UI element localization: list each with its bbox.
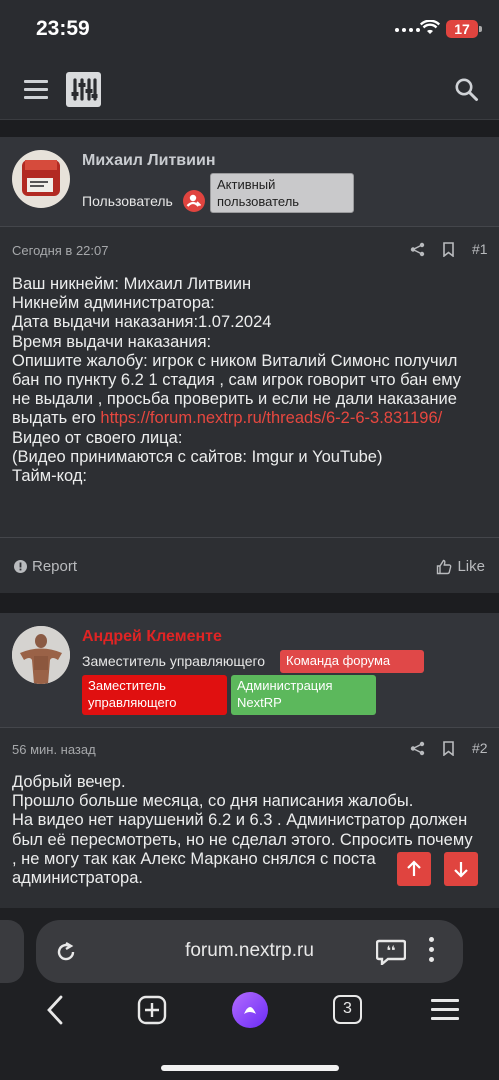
post-author-block: Андрей Клементе Заместитель управляющего… [0, 613, 499, 728]
browser-toolbar: forum.nextrp.ru ❛❛ 3 [0, 908, 499, 1080]
post-line: На видео нет нарушений 6.2 и 6.3 . Админ… [12, 811, 468, 830]
new-tab-icon[interactable] [137, 995, 167, 1025]
reader-mode-icon[interactable]: ❛❛ [376, 939, 406, 965]
share-icon[interactable] [410, 242, 425, 257]
post-line: (Видео принимаются с сайтов: Imgur и You… [12, 447, 383, 466]
post-username[interactable]: Михаил Литвиин [82, 152, 215, 170]
alert-icon [14, 560, 27, 573]
status-bar: 23:59 17 [0, 0, 499, 60]
post-line: не выдали , просьба проверить и если не … [12, 390, 457, 409]
home-indicator[interactable] [161, 1065, 339, 1071]
team-badge: Команда форума [280, 650, 424, 673]
post-line: бан по пункту 6.2 1 стадия , сам игрок г… [12, 371, 462, 390]
bookmark-icon[interactable] [442, 740, 455, 756]
previous-tab-preview[interactable] [0, 920, 24, 983]
bookmark-icon[interactable] [442, 241, 455, 257]
post-number[interactable]: #2 [472, 740, 488, 756]
post-line: Прошло больше месяца, со дня написания ж… [12, 792, 414, 811]
post-actions: #2 [410, 740, 488, 756]
user-badge: Активный пользователь [210, 173, 354, 213]
post-line: Опишите жалобу: игрок с ником Виталий Си… [12, 351, 458, 370]
user-role: Пользователь [82, 193, 173, 209]
post-body: Ваш никнейм: Михаил Литвиин Никнейм адми… [12, 275, 487, 486]
arrow-up-icon [407, 860, 421, 876]
user-role: Заместитель управляющего [82, 653, 266, 669]
tab-count: 3 [343, 1000, 352, 1017]
post-date[interactable]: 56 мин. назад [12, 742, 96, 757]
arrow-down-icon [454, 862, 468, 878]
thumbs-up-icon [437, 559, 452, 574]
avatar[interactable] [12, 150, 70, 208]
post-1: Михаил Литвиин Пользователь Активный пол… [0, 137, 499, 593]
scroll-down-button[interactable] [444, 852, 478, 886]
address-bar[interactable]: forum.nextrp.ru ❛❛ [36, 920, 463, 983]
svg-text:❛❛: ❛❛ [386, 944, 395, 959]
report-label: Report [32, 558, 78, 575]
cellular-signal-icon [395, 28, 420, 32]
post-actions: #1 [410, 241, 488, 257]
post-username[interactable]: Андрей Клементе [82, 628, 222, 646]
post-line: выдать его [12, 409, 101, 428]
more-options-icon[interactable] [429, 937, 434, 962]
scroll-up-button[interactable] [397, 852, 431, 886]
browser-bottom-nav: 3 [0, 991, 499, 1053]
sliders-icon[interactable] [66, 72, 101, 107]
thread-link[interactable]: https://forum.nextrp.ru/threads/6-2-6-3.… [100, 409, 442, 427]
post-author-block: Михаил Литвиин Пользователь Активный пол… [0, 137, 499, 227]
post-footer: Report Like [0, 537, 499, 595]
like-label: Like [457, 558, 485, 575]
alice-assistant-icon[interactable] [231, 991, 269, 1029]
browser-menu-icon[interactable] [431, 999, 459, 1020]
tabs-button[interactable]: 3 [333, 995, 362, 1024]
post-line: Тайм-код: [12, 467, 87, 486]
back-icon[interactable] [44, 995, 66, 1025]
report-button[interactable]: Report [14, 558, 77, 575]
deputy-badge: Заместитель управляющего [82, 675, 227, 715]
post-date[interactable]: Сегодня в 22:07 [12, 243, 108, 258]
post-line: Дата выдачи наказания:1.07.2024 [12, 313, 272, 332]
post-line: Добрый вечер. [12, 773, 126, 791]
post-line: был её пересмотреть, но не сделал этого.… [12, 830, 473, 849]
battery-icon: 17 [446, 20, 482, 38]
admin-badge: Администрация NextRP [231, 675, 376, 715]
forum-navbar [0, 60, 499, 120]
avatar[interactable] [12, 626, 70, 684]
wifi-icon [420, 20, 440, 34]
like-button[interactable]: Like [436, 558, 485, 575]
status-time: 23:59 [36, 17, 90, 40]
post-line-with-link: выдать его https://forum.nextrp.ru/threa… [12, 409, 487, 428]
post-line: Время выдачи наказания: [12, 332, 212, 351]
user-status-icon [183, 190, 205, 212]
post-line: Никнейм администратора: [12, 294, 215, 313]
hamburger-icon[interactable] [24, 80, 48, 99]
post-line: Видео от своего лица: [12, 428, 183, 447]
post-number[interactable]: #1 [472, 241, 488, 257]
share-icon[interactable] [410, 741, 425, 756]
search-icon[interactable] [454, 77, 479, 102]
post-line: Ваш никнейм: Михаил Литвиин [12, 275, 252, 293]
